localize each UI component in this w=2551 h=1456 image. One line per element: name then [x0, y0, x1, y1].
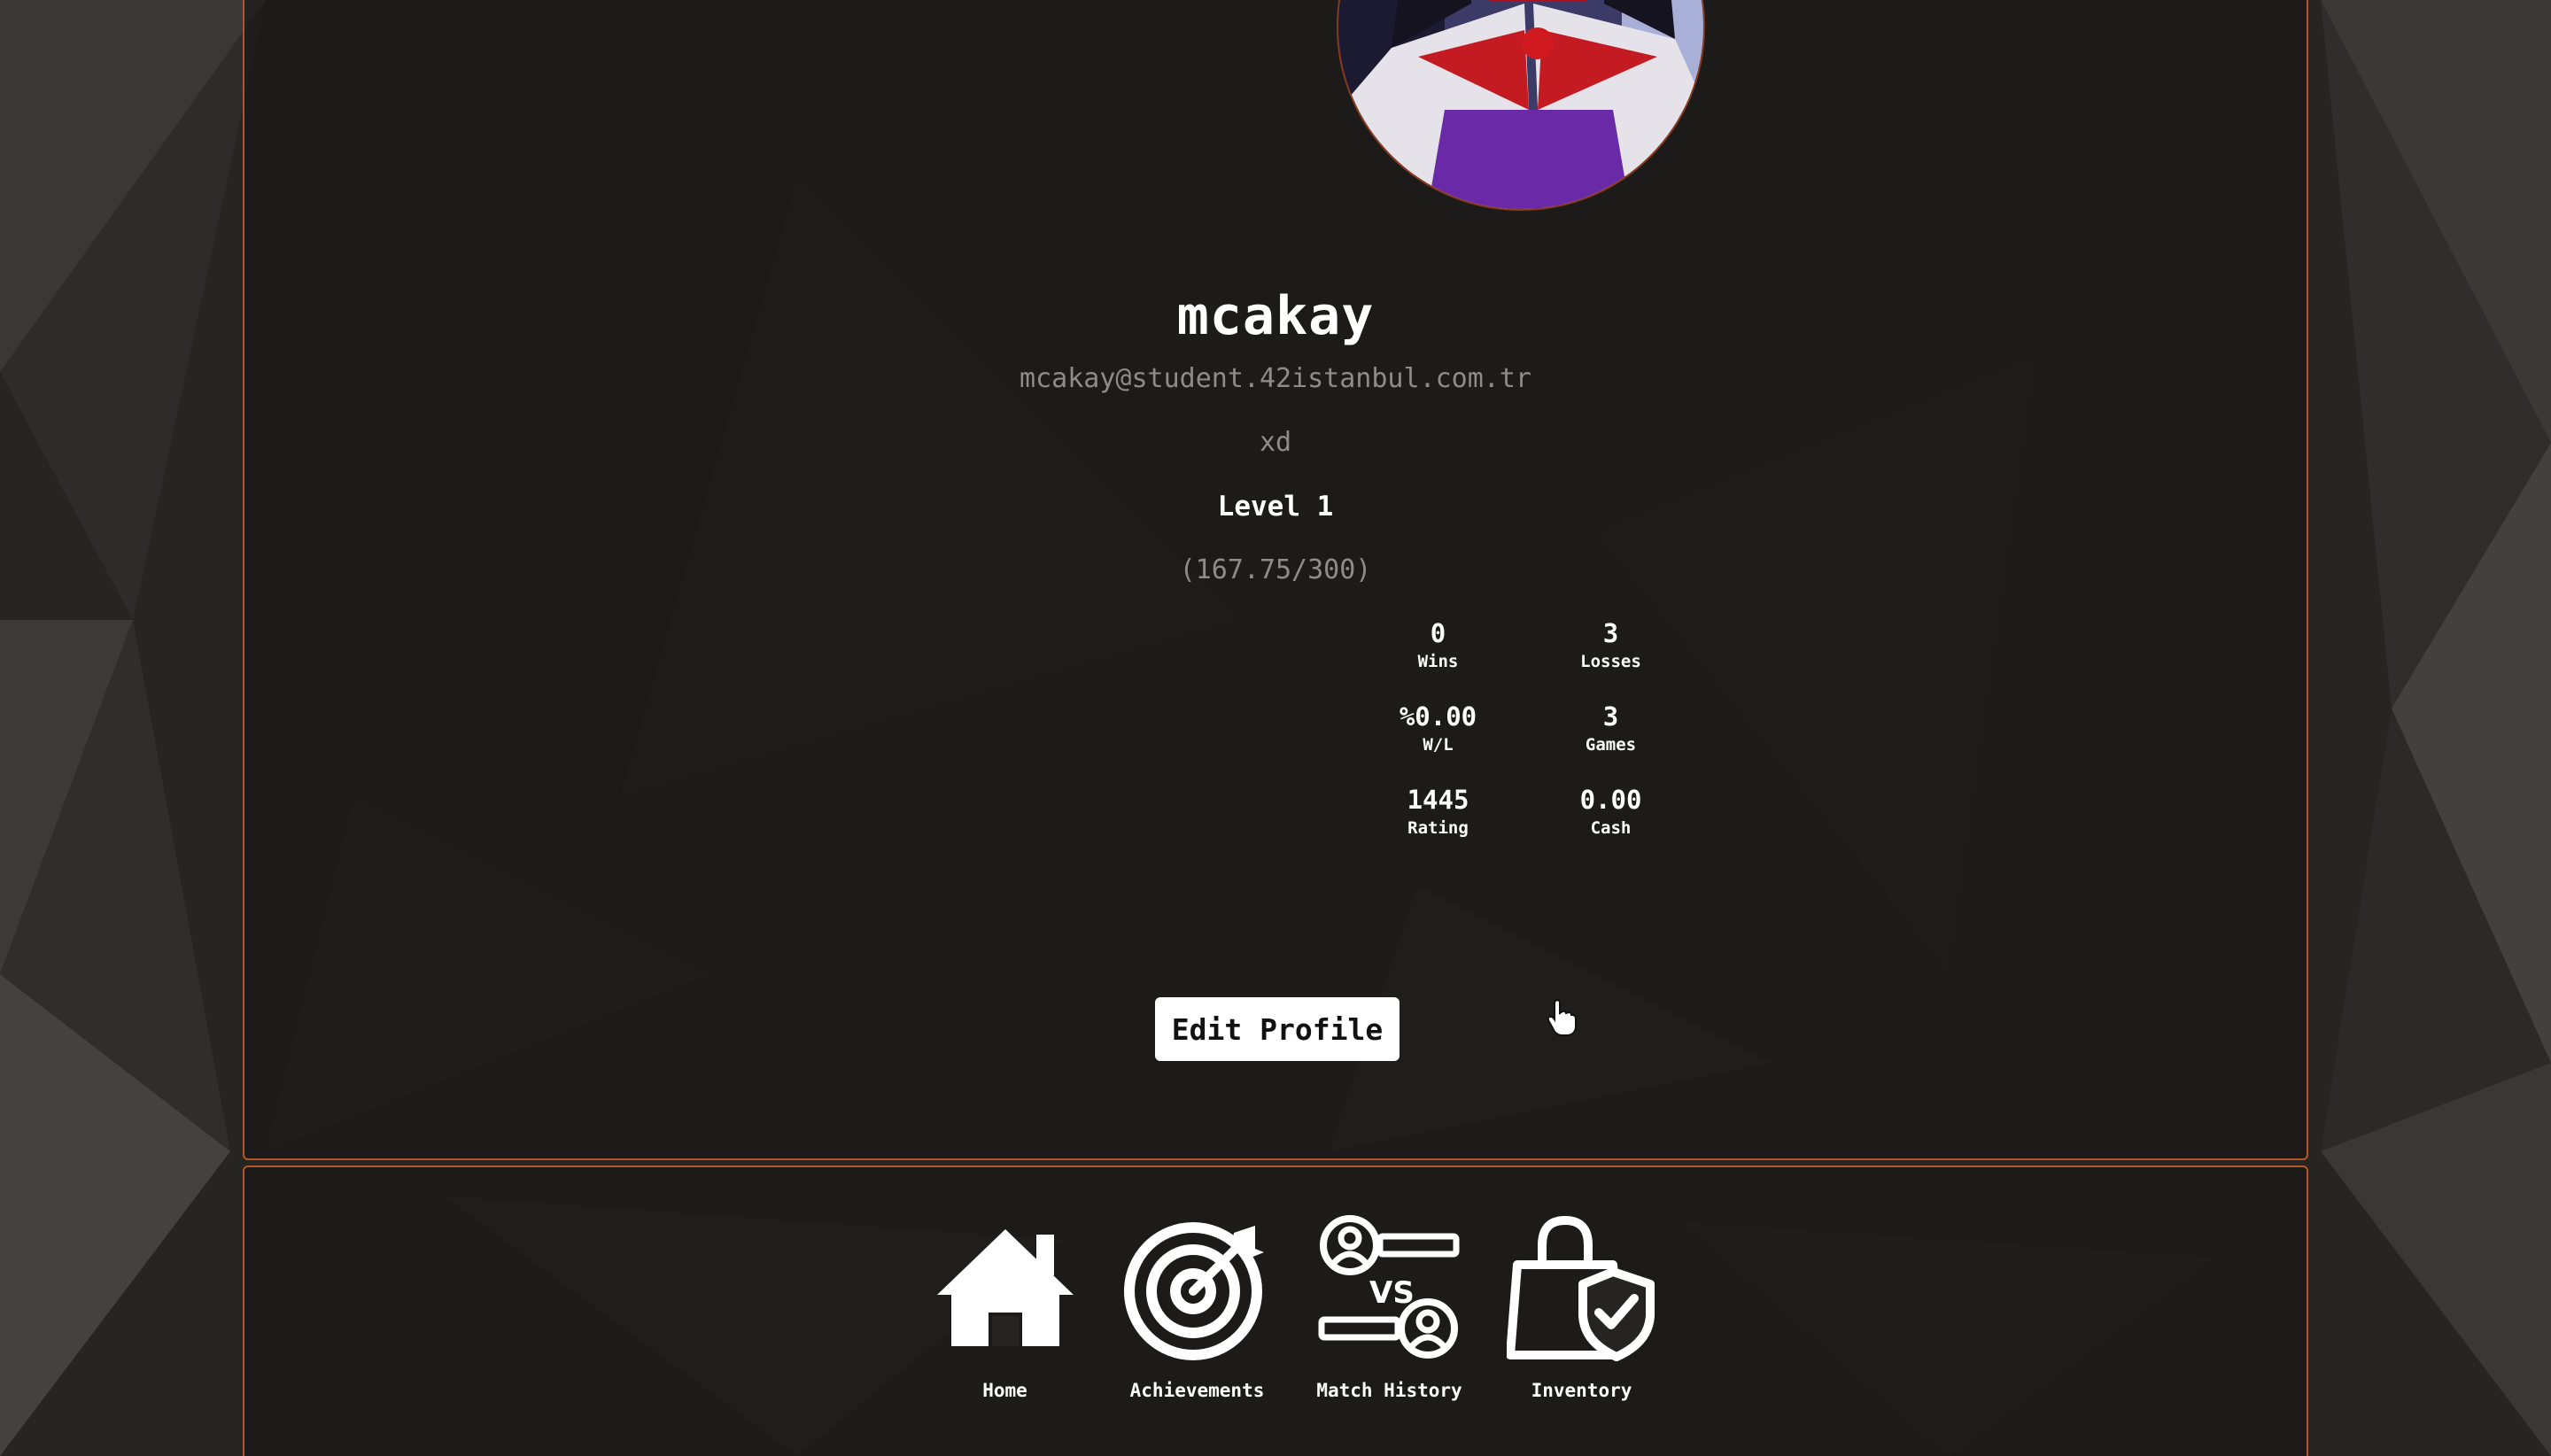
stat-value: %0.00	[1399, 701, 1477, 732]
stat-value: 0	[1430, 618, 1446, 648]
stat-label: Wins	[1417, 652, 1459, 671]
avatar	[1337, 0, 1705, 211]
nav-label: Home	[982, 1380, 1027, 1401]
target-icon	[1123, 1222, 1264, 1360]
email: mcakay@student.42istanbul.com.tr	[1020, 363, 1531, 394]
nav-item-home[interactable]: Home	[909, 1213, 1101, 1401]
stat-label: Games	[1585, 735, 1637, 755]
username: mcakay	[1176, 285, 1375, 347]
nav-label: Achievements	[1129, 1380, 1265, 1401]
stat-rating: 1445 Rating	[1352, 785, 1524, 841]
stat-label: W/L	[1423, 735, 1454, 755]
stats-grid: 0 Wins 3 Losses %0.00 W/L 3 Games 1445 R…	[1352, 618, 1697, 841]
profile-card: mcakay mcakay@student.42istanbul.com.tr …	[243, 0, 2308, 1160]
stat-value: 3	[1602, 701, 1619, 732]
nav-label: Match History	[1316, 1380, 1462, 1401]
stat-label: Rating	[1407, 818, 1469, 838]
stat-wins: 0 Wins	[1352, 618, 1524, 675]
stat-label: Cash	[1590, 818, 1632, 838]
stat-losses: 3 Losses	[1524, 618, 1697, 675]
versus-icon: VS	[1318, 1215, 1459, 1359]
nav-item-achievements[interactable]: Achievements	[1101, 1213, 1293, 1401]
level: Level 1	[1217, 491, 1334, 523]
stat-label: Losses	[1580, 652, 1641, 671]
shopping-bag-icon	[1506, 1215, 1655, 1361]
nav-item-inventory[interactable]: Inventory	[1485, 1213, 1678, 1401]
hand-pointer-cursor-icon	[1547, 999, 1577, 1036]
nav-item-match-history[interactable]: VS Match History	[1293, 1213, 1485, 1401]
stat-cash: 0.00 Cash	[1524, 785, 1697, 841]
stat-value: 0.00	[1579, 785, 1642, 815]
stat-value: 1445	[1407, 785, 1469, 815]
nav-label: Inventory	[1531, 1380, 1632, 1401]
bio: xd	[1259, 427, 1292, 458]
stat-value: 3	[1602, 618, 1619, 648]
experience-progress: (167.75/300)	[1179, 554, 1372, 585]
home-icon	[936, 1229, 1074, 1346]
svg-text:VS: VS	[1369, 1275, 1415, 1311]
nav-bar: Home Achievements VS Match History Inven…	[909, 1213, 1678, 1401]
bottom-navigation: Home Achievements VS Match History Inven…	[243, 1166, 2308, 1456]
stat-win-loss: %0.00 W/L	[1352, 701, 1524, 758]
stat-games: 3 Games	[1524, 701, 1697, 758]
edit-profile-button[interactable]: Edit Profile	[1155, 997, 1400, 1061]
